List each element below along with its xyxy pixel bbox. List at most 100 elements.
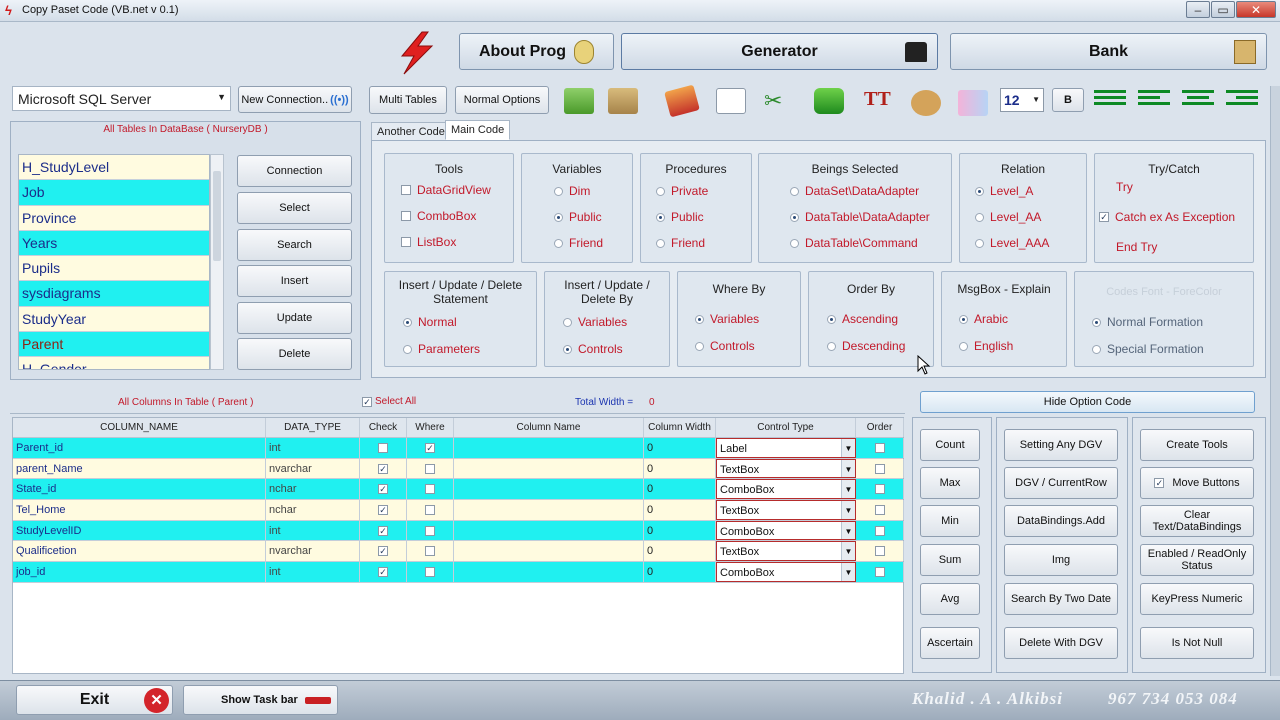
scroll-icon[interactable] <box>608 88 638 114</box>
radio-option[interactable]: Normal <box>403 315 457 329</box>
radio-option[interactable]: Friend <box>554 236 603 250</box>
paste-icon[interactable] <box>814 88 844 114</box>
data-type-cell[interactable]: int <box>266 438 360 458</box>
generator-button[interactable]: Generator <box>621 33 938 70</box>
radio-option[interactable]: Variables <box>563 315 627 329</box>
align-justify-icon[interactable] <box>1094 90 1126 112</box>
order-cell[interactable] <box>856 458 904 479</box>
data-type-cell[interactable]: int <box>266 520 360 541</box>
about-prog-button[interactable]: About Prog <box>459 33 614 70</box>
column-title-cell[interactable] <box>454 479 644 500</box>
data-type-cell[interactable]: nchar <box>266 500 360 520</box>
show-taskbar-button[interactable]: Show Task bar <box>183 685 338 715</box>
check-checkbox[interactable]: ✓ <box>378 566 388 577</box>
cut-icon[interactable]: ✂ <box>764 88 794 114</box>
order-cell[interactable] <box>856 500 904 520</box>
tool-button[interactable]: KeyPress Numeric <box>1140 583 1254 615</box>
grid-header-cell[interactable]: Check <box>360 418 407 437</box>
radio-dot[interactable] <box>790 238 799 248</box>
table-list-item[interactable]: Years <box>19 230 209 257</box>
table-row[interactable]: job_id int ✓ 0 ComboBox ▼ <box>13 562 904 583</box>
table-row[interactable]: Tel_Home nchar ✓ 0 TextBox ▼ <box>13 500 904 521</box>
tool-button[interactable]: Is Not Null <box>1140 627 1254 659</box>
update-button[interactable]: Update <box>237 302 352 334</box>
radio-dot[interactable] <box>959 341 968 351</box>
column-width-cell[interactable]: 0 <box>644 438 716 458</box>
tool-button[interactable]: ✓ Move Buttons <box>1140 467 1254 499</box>
data-type-cell[interactable]: nchar <box>266 479 360 500</box>
radio-option[interactable]: DataTable\DataAdapter <box>790 210 930 224</box>
check-checkbox[interactable]: ✓ <box>378 504 388 515</box>
table-list-item[interactable]: Province <box>19 206 209 231</box>
radio-dot[interactable] <box>554 212 563 222</box>
multi-tables-button[interactable]: Multi Tables <box>369 86 447 114</box>
order-checkbox[interactable] <box>874 566 885 577</box>
where-cell[interactable] <box>407 562 454 582</box>
tables-scrollbar[interactable] <box>210 154 224 370</box>
check-checkbox[interactable]: ✓ <box>378 484 388 495</box>
radio-dot[interactable] <box>554 186 563 196</box>
radio-option[interactable]: Friend <box>656 236 705 250</box>
count-button[interactable]: Count <box>920 429 980 461</box>
radio-dot[interactable] <box>975 238 984 248</box>
dgv-button[interactable]: Search By Two Date <box>1004 583 1118 615</box>
radio-option[interactable]: Descending <box>827 339 905 353</box>
where-cell[interactable] <box>407 520 454 541</box>
check-checkbox[interactable]: ✓ <box>378 525 388 536</box>
bold-button[interactable]: B <box>1052 88 1084 112</box>
column-name-cell[interactable]: State_id <box>13 479 266 500</box>
check-cell[interactable]: ✓ <box>360 458 407 479</box>
table-row[interactable]: State_id nchar ✓ 0 ComboBox ▼ <box>13 479 904 501</box>
dgv-button[interactable]: Setting Any DGV <box>1004 429 1118 461</box>
table-row[interactable]: parent_Name nvarchar ✓ 0 TextBox ▼ <box>13 458 904 480</box>
download-icon[interactable] <box>564 88 594 114</box>
order-checkbox[interactable] <box>874 484 885 495</box>
search-button[interactable]: Search <box>237 229 352 261</box>
radio-option[interactable]: Public <box>656 210 704 224</box>
column-name-cell[interactable]: parent_Name <box>13 458 266 479</box>
radio-dot[interactable] <box>1092 317 1101 327</box>
radio-option[interactable]: Parameters <box>403 342 480 356</box>
column-width-cell[interactable]: 0 <box>644 541 716 562</box>
column-name-cell[interactable]: Tel_Home <box>13 500 266 520</box>
insert-button[interactable]: Insert <box>237 265 352 297</box>
table-list-item[interactable]: Parent <box>19 332 209 358</box>
column-title-cell[interactable] <box>454 500 644 520</box>
column-title-cell[interactable] <box>454 438 644 458</box>
radio-dot[interactable] <box>403 317 412 327</box>
tool-button[interactable]: Create Tools <box>1140 429 1254 461</box>
data-type-cell[interactable]: nvarchar <box>266 458 360 479</box>
radio-option[interactable]: End Try <box>1116 240 1157 254</box>
column-width-cell[interactable]: 0 <box>644 520 716 541</box>
copy-icon[interactable] <box>716 88 746 114</box>
column-title-cell[interactable] <box>454 541 644 562</box>
radio-dot[interactable] <box>656 212 665 222</box>
radio-option[interactable]: Special Formation <box>1092 342 1204 356</box>
select-all-checkbox[interactable]: ✓ Select All <box>362 396 416 407</box>
checkbox-box[interactable] <box>401 237 411 247</box>
control-type-cell[interactable]: ComboBox ▼ <box>716 479 856 500</box>
radio-dot[interactable] <box>827 341 836 351</box>
new-connection-button[interactable]: New Connection.. ((•)) <box>238 86 352 113</box>
delete-button[interactable]: Delete <box>237 338 352 370</box>
table-list-item[interactable]: H_Gender <box>19 357 209 369</box>
min-button[interactable]: Min <box>920 505 980 537</box>
order-checkbox[interactable] <box>874 546 885 557</box>
radio-option[interactable]: Private <box>656 184 708 198</box>
checkbox-option[interactable]: ComboBox <box>401 209 476 223</box>
control-type-cell[interactable]: TextBox ▼ <box>716 500 856 520</box>
grid-header-cell[interactable]: Column Width <box>644 418 716 437</box>
check-checkbox[interactable]: ✓ <box>378 463 388 474</box>
sum-button[interactable]: Sum <box>920 544 980 576</box>
table-list-item[interactable]: StudyYear <box>19 307 209 333</box>
connection-button[interactable]: Connection <box>237 155 352 187</box>
checkbox-option[interactable]: ListBox <box>401 235 456 249</box>
maximize-button[interactable]: ▭ <box>1211 1 1235 18</box>
check-cell[interactable]: ✓ <box>360 520 407 541</box>
grid-header-cell[interactable]: Where <box>407 418 454 437</box>
chevron-down-icon[interactable]: ▼ <box>841 459 855 478</box>
dgv-button[interactable]: DGV / CurrentRow <box>1004 467 1118 499</box>
checkbox-box[interactable]: ✓ <box>1099 212 1109 222</box>
radio-dot[interactable] <box>563 344 572 354</box>
hide-option-code-button[interactable]: Hide Option Code <box>920 391 1255 413</box>
